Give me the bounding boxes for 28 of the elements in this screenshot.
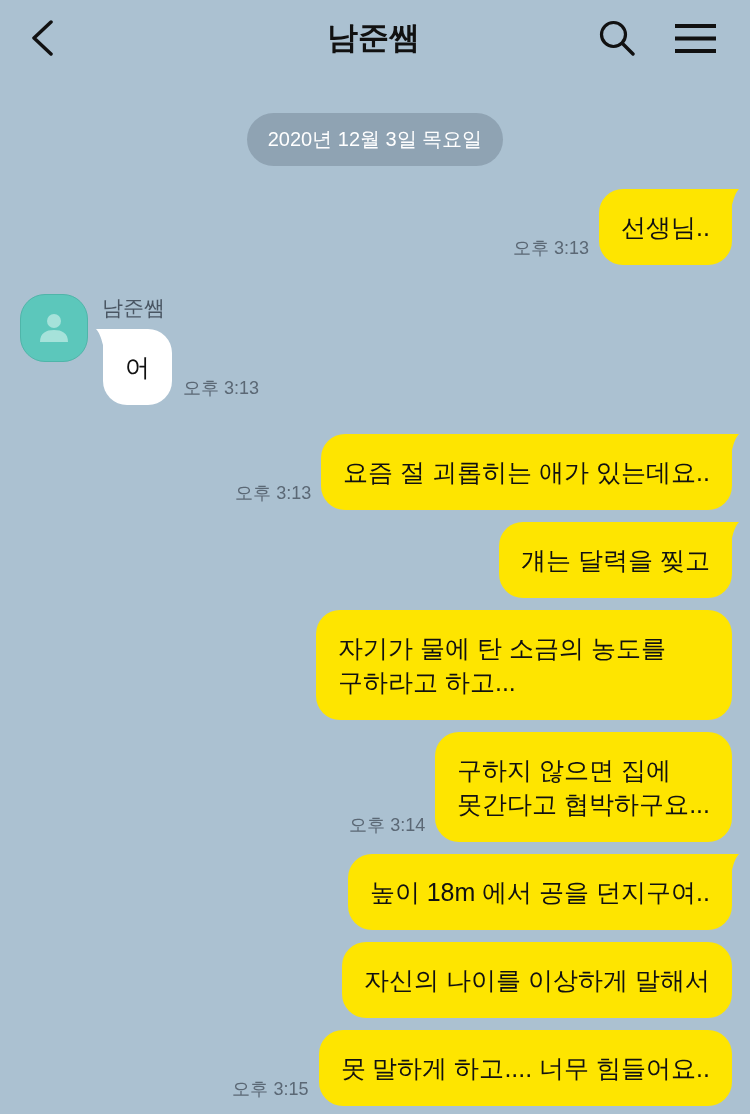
sent-message-bubble: 걔는 달력을 찢고 <box>499 522 732 598</box>
date-divider: 2020년 12월 3일 목요일 <box>246 113 504 166</box>
search-button[interactable] <box>599 20 635 56</box>
sent-message-bubble: 높이 18m 에서 공을 던지구여.. <box>347 854 732 930</box>
message-time: 오후 3:14 <box>349 814 426 837</box>
message-time: 오후 3:13 <box>183 377 260 400</box>
received-message-bubble: 어 <box>103 329 172 405</box>
bubble-tail-icon <box>732 434 739 450</box>
message-time: 오후 3:13 <box>235 482 312 505</box>
message-time: 오후 3:13 <box>513 237 590 260</box>
sent-message-bubble: 선생님.. <box>599 189 732 265</box>
sent-message-bubble: 요즘 절 괴롭히는 애가 있는데요.. <box>321 434 732 510</box>
bubble-tail-icon <box>96 329 103 345</box>
sent-message-bubble: 자기가 물에 탄 소금의 농도를 구하라고 하고... <box>316 610 732 720</box>
menu-button[interactable] <box>675 23 716 53</box>
back-icon <box>30 20 54 56</box>
bubble-tail-icon <box>732 522 739 538</box>
sent-message-bubble: 자신의 나이를 이상하게 말해서 <box>342 942 732 1018</box>
sent-message-bubble: 못 말하게 하고.... 너무 힘들어요.. <box>318 1030 732 1106</box>
message-time: 오후 3:15 <box>232 1078 309 1101</box>
chat-title: 남준쌤 <box>326 19 420 57</box>
back-button[interactable] <box>30 20 54 56</box>
bubble-tail-icon <box>732 189 739 205</box>
search-icon <box>599 20 635 56</box>
menu-icon <box>675 23 716 53</box>
sent-message-bubble: 구하지 않으면 집에 못간다고 협박하구요... <box>435 732 732 842</box>
sender-name: 남준쌤 <box>102 296 165 320</box>
bubble-tail-icon <box>732 854 739 870</box>
